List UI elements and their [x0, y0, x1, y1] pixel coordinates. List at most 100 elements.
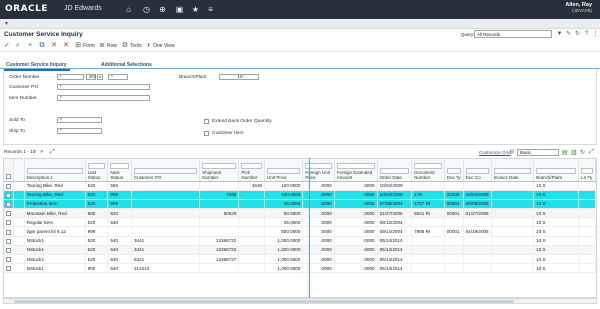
row-icon[interactable]: ≣ — [98, 42, 106, 50]
row-checkbox[interactable] — [4, 199, 14, 210]
row-checkbox-box[interactable] — [6, 192, 11, 198]
grid-format-icon[interactable]: ⊟ — [510, 149, 514, 155]
query-select[interactable]: All Records — [474, 30, 552, 38]
row-menu[interactable]: Row — [107, 42, 117, 50]
favorites-icon[interactable]: ★ — [191, 5, 200, 14]
home-icon[interactable]: ⌂ — [124, 5, 133, 14]
grid-format-select[interactable]: Basic — [517, 149, 559, 156]
table-row[interactable]: Protection Item 620 999 25.0000.0000.0000 07… — [4, 199, 596, 210]
maximize-icon[interactable]: ⤢ — [589, 149, 594, 156]
branch-plant-field[interactable]: 10 — [219, 74, 259, 80]
row-checkbox[interactable] — [4, 263, 14, 274]
table-row[interactable]: Touring Bike, Red 540 560 4636 100.0000.0000… — [4, 181, 596, 191]
row-checkbox-box[interactable] — [6, 257, 11, 263]
more-icon[interactable]: ⋮ — [592, 31, 599, 38]
recent-icon[interactable]: ◷ — [142, 5, 151, 14]
row-checkbox[interactable] — [4, 190, 14, 200]
column-header[interactable]: Branch/Plant — [533, 159, 580, 182]
column-header[interactable]: Order Date — [377, 159, 413, 182]
table-row[interactable]: tiger parent kit 6.12 999 500.0000.0000.00… — [4, 226, 596, 237]
order-company-field[interactable]: * — [108, 74, 128, 80]
edit-query-icon[interactable]: ✎ — [565, 31, 572, 38]
order-number-field[interactable]: * — [57, 74, 84, 80]
column-header[interactable]: Unit Price — [264, 159, 304, 182]
column-header[interactable]: Doc Co — [463, 159, 492, 182]
delete-icon[interactable]: ✕ — [50, 42, 58, 50]
horizontal-scrollbar[interactable] — [3, 298, 597, 304]
row-checkbox-box[interactable] — [6, 238, 11, 244]
refresh-grid-icon[interactable]: ↻ — [580, 149, 585, 156]
table-row[interactable]: NStock1 900 540 214214 1,000.0000.0000.0000 0… — [4, 263, 596, 274]
chevron-down-icon[interactable]: ▾ — [5, 20, 8, 27]
column-header[interactable]: Pick Number — [238, 159, 266, 182]
row-checkbox[interactable] — [4, 217, 14, 228]
tasks-icon[interactable]: ▣ — [175, 5, 184, 14]
expand-icon[interactable]: ⤢ — [50, 149, 55, 156]
header-checkbox-col[interactable] — [4, 159, 14, 182]
column-header[interactable]: Invoice Date — [491, 159, 535, 182]
oracle-logo: ORACLE — [5, 4, 49, 14]
row-checkbox-box[interactable] — [6, 229, 11, 235]
row-checkbox-box[interactable] — [6, 266, 11, 272]
filter-icon[interactable]: ▼ — [556, 31, 563, 38]
find-icon[interactable]: ⌕ — [14, 42, 22, 50]
table-row[interactable]: NStock1 520 540 3441 12366722 1,000.0000.0000… — [4, 236, 596, 246]
column-header[interactable]: Description 1 — [24, 159, 86, 182]
column-header[interactable]: Customer PO — [131, 159, 201, 182]
column-header[interactable]: Ln Ty — [578, 159, 596, 182]
tools-menu[interactable]: Tools — [130, 42, 142, 50]
export-icon[interactable]: ▤ — [562, 149, 568, 156]
customize-grid-link[interactable]: Customize Grid — [479, 150, 511, 155]
help-icon[interactable]: ? — [583, 31, 590, 38]
close-icon[interactable]: ✕ — [62, 42, 70, 50]
column-header[interactable]: Shipment Number — [199, 159, 240, 182]
row-checkbox[interactable] — [4, 226, 14, 237]
user-menu[interactable]: Allen, Ray (JDVAYB) — [565, 2, 592, 13]
menu-icon[interactable]: ≡ — [206, 5, 215, 14]
table-row[interactable]: Regular Item 520 540 25.0000.0000.0000 09/12… — [4, 217, 596, 228]
chart-icon[interactable]: ▥ — [571, 149, 577, 156]
sold-to-field[interactable]: * — [57, 117, 102, 123]
table-row[interactable]: NStock1 520 540 6321 12366727 1,000.0000.0000… — [4, 254, 596, 265]
row-checkbox-box[interactable] — [6, 183, 11, 189]
form-icon[interactable]: ⊞ — [74, 42, 82, 50]
order-type-field[interactable]: SO — [86, 74, 96, 80]
last-page-icon[interactable]: » — [40, 149, 43, 155]
customer-item-checkbox[interactable] — [204, 131, 209, 136]
column-header[interactable]: Last Status — [85, 159, 109, 182]
one-view-icon[interactable]: ◑ — [144, 42, 152, 50]
row-checkbox-box[interactable] — [6, 220, 11, 226]
form-menu[interactable]: Form — [83, 42, 95, 50]
select-icon[interactable]: ✓ — [3, 42, 11, 50]
add-icon[interactable]: + — [26, 42, 34, 50]
copy-icon[interactable]: ⧉ — [38, 42, 46, 50]
row-checkbox[interactable] — [4, 181, 14, 191]
column-header[interactable]: Foreign Extended Amount — [334, 159, 378, 182]
row-checkbox[interactable] — [4, 254, 14, 265]
one-view-menu[interactable]: One View — [153, 42, 175, 50]
row-checkbox[interactable] — [4, 245, 14, 256]
customer-po-field[interactable]: * — [57, 84, 150, 90]
column-header[interactable]: Document Number — [411, 159, 445, 182]
row-checkbox-box[interactable] — [6, 247, 11, 253]
next-page-icon[interactable]: › — [34, 149, 36, 155]
table-row[interactable]: Touring Bike, Red 620 999 7938 100.0000.0000… — [4, 190, 596, 200]
row-checkbox[interactable] — [4, 208, 14, 219]
tab-additional-selections[interactable]: Additional Selections — [98, 61, 155, 69]
open-app-icon[interactable]: ⊕ — [158, 5, 167, 14]
row-checkbox-box[interactable] — [6, 211, 11, 217]
row-checkbox[interactable] — [4, 236, 14, 246]
column-header[interactable]: Doc Ty — [444, 159, 464, 182]
extend-back-order-checkbox[interactable] — [204, 119, 209, 124]
tools-icon[interactable]: ⚙ — [121, 42, 129, 50]
table-row[interactable]: Mountain Bike, Red 580 620 50625 50.0000.000… — [4, 208, 596, 219]
scrollbar-thumb[interactable] — [14, 300, 514, 303]
column-header[interactable]: Foreign Unit Price — [302, 159, 335, 182]
ship-to-field[interactable]: * — [57, 128, 102, 134]
table-row[interactable]: NStock1 520 540 3441 12366722 1,000.0000.0000… — [4, 245, 596, 256]
row-checkbox-box[interactable] — [6, 201, 11, 207]
order-type-lookup-icon[interactable]: ▾ — [97, 74, 103, 80]
column-header[interactable]: Next Status — [107, 159, 132, 182]
refresh-icon[interactable]: ↻ — [574, 31, 581, 38]
item-number-field[interactable]: * — [57, 95, 150, 101]
